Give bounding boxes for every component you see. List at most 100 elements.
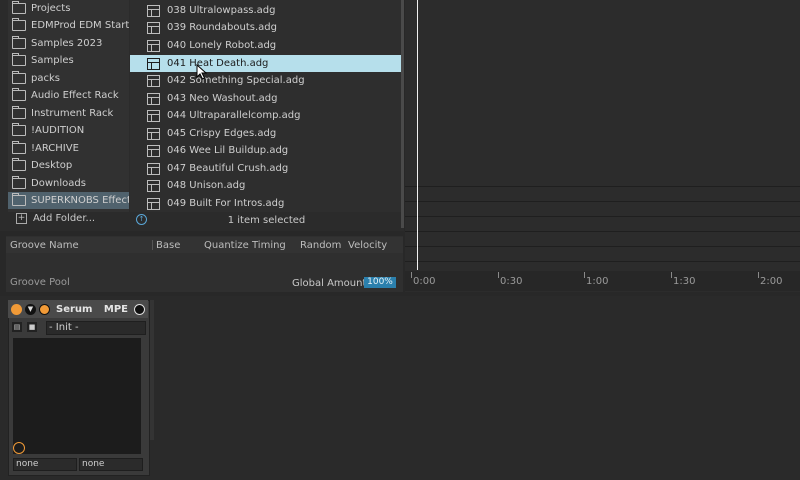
folder-icon xyxy=(12,158,26,171)
file-item[interactable]: 046 Wee Lil Buildup.adg xyxy=(130,142,403,159)
file-label: 042 Something Special.adg xyxy=(167,75,305,86)
folder-icon xyxy=(12,123,26,136)
preset-file-icon xyxy=(147,179,160,192)
place-label: Samples xyxy=(31,55,74,66)
ruler-tick xyxy=(498,272,499,278)
place-item-samples[interactable]: Samples xyxy=(8,52,129,69)
place-item-samples-2023[interactable]: Samples 2023 xyxy=(8,35,129,52)
places-list: Projects EDMProd EDM Start Samples 2023 … xyxy=(8,0,129,212)
place-item-archive[interactable]: !ARCHIVE xyxy=(8,140,129,157)
device-title-bar[interactable]: ▼ Serum MPE xyxy=(8,300,148,318)
place-item-superknobs[interactable]: SUPERKNOBS Effect xyxy=(8,192,129,209)
folder-icon xyxy=(12,36,26,49)
folder-icon xyxy=(12,141,26,154)
place-item-audition[interactable]: !AUDITION xyxy=(8,122,129,139)
place-label: Projects xyxy=(31,3,71,14)
col-quantize[interactable]: Quantize xyxy=(204,240,249,251)
place-label: SUPERKNOBS Effect xyxy=(31,195,129,206)
add-folder-button[interactable]: + Add Folder... xyxy=(8,210,129,227)
track-divider xyxy=(405,231,800,232)
arrangement-view[interactable] xyxy=(405,0,800,292)
file-label: 049 Built For Intros.adg xyxy=(167,198,285,209)
place-item-instrument-rack[interactable]: Instrument Rack xyxy=(8,105,129,122)
folder-icon xyxy=(12,53,26,66)
preset-file-icon xyxy=(147,21,160,34)
preset-file-icon xyxy=(147,92,160,105)
folder-icon xyxy=(12,18,26,31)
preset-file-icon xyxy=(147,162,160,175)
plus-icon: + xyxy=(16,213,27,224)
info-icon[interactable]: ↑ xyxy=(136,214,147,225)
place-item-audio-effect-rack[interactable]: Audio Effect Rack xyxy=(8,87,129,104)
place-label: Instrument Rack xyxy=(31,108,114,119)
place-label: packs xyxy=(31,73,60,84)
place-item-packs[interactable]: packs xyxy=(8,70,129,87)
place-item-edmprod[interactable]: EDMProd EDM Start xyxy=(8,17,129,34)
open-folder-icon[interactable]: ▤ xyxy=(12,322,22,332)
place-label: Samples 2023 xyxy=(31,38,103,49)
file-label: 041 Heat Death.adg xyxy=(167,58,269,69)
device-scrollbar[interactable] xyxy=(150,300,154,440)
preset-file-icon xyxy=(147,127,160,140)
col-random[interactable]: Random xyxy=(300,240,341,251)
file-item[interactable]: 048 Unison.adg xyxy=(130,177,403,194)
browser-scrollbar[interactable] xyxy=(401,0,404,228)
file-item[interactable]: 043 Neo Washout.adg xyxy=(130,90,403,107)
place-label: Downloads xyxy=(31,178,86,189)
place-item-downloads[interactable]: Downloads xyxy=(8,175,129,192)
col-velocity[interactable]: Velocity xyxy=(348,240,387,251)
global-amount-value[interactable]: 100% xyxy=(364,277,396,288)
file-label: 048 Unison.adg xyxy=(167,180,246,191)
file-label: 045 Crispy Edges.adg xyxy=(167,128,277,139)
file-item[interactable]: 038 Ultralowpass.adg xyxy=(130,2,403,19)
output-select-1[interactable]: none xyxy=(13,458,77,471)
place-label: Audio Effect Rack xyxy=(31,90,119,101)
preset-file-icon xyxy=(147,4,160,17)
file-label: 040 Lonely Robot.adg xyxy=(167,40,277,51)
preset-name-field[interactable]: - Init - xyxy=(46,321,146,335)
ruler-label: 0:00 xyxy=(413,276,436,287)
file-item[interactable]: 044 Ultraparallelcomp.adg xyxy=(130,107,403,124)
plugin-display[interactable] xyxy=(13,338,141,454)
ruler-label: 2:00 xyxy=(760,276,783,287)
save-icon[interactable]: ■ xyxy=(27,322,37,332)
add-folder-label: Add Folder... xyxy=(33,213,96,224)
playhead[interactable] xyxy=(417,0,418,270)
track-divider xyxy=(405,261,800,262)
preset-file-icon xyxy=(147,57,160,70)
file-item[interactable]: 039 Roundabouts.adg xyxy=(130,19,403,36)
place-item-projects[interactable]: Projects xyxy=(8,0,129,17)
ruler-label: 1:00 xyxy=(586,276,609,287)
file-item[interactable]: 040 Lonely Robot.adg xyxy=(130,37,403,54)
col-timing[interactable]: Timing xyxy=(252,240,286,251)
wrench-icon[interactable] xyxy=(39,303,50,315)
ruler-tick xyxy=(671,272,672,278)
place-item-desktop[interactable]: Desktop xyxy=(8,157,129,174)
folder-icon xyxy=(12,106,26,119)
col-base[interactable]: Base xyxy=(156,240,180,251)
fold-icon[interactable]: ▼ xyxy=(25,303,36,315)
col-groove-name[interactable]: Groove Name xyxy=(10,240,79,251)
place-label: !ARCHIVE xyxy=(31,143,79,154)
file-item[interactable]: 047 Beautiful Crush.adg xyxy=(130,160,403,177)
file-item[interactable]: 042 Something Special.adg xyxy=(130,72,403,89)
device-menu-icon[interactable] xyxy=(134,303,145,315)
file-list: 038 Ultralowpass.adg 039 Roundabouts.adg… xyxy=(130,0,403,212)
column-divider xyxy=(152,240,153,250)
ruler-label: 0:30 xyxy=(500,276,523,287)
file-label: 039 Roundabouts.adg xyxy=(167,22,277,33)
file-item[interactable]: 049 Built For Intros.adg xyxy=(130,195,403,212)
folder-icon xyxy=(12,193,26,206)
power-icon[interactable] xyxy=(11,303,22,315)
mpe-label[interactable]: MPE xyxy=(104,304,128,315)
ruler-tick xyxy=(758,272,759,278)
file-item[interactable]: 045 Crispy Edges.adg xyxy=(130,125,403,142)
file-label: 038 Ultralowpass.adg xyxy=(167,5,276,16)
output-select-2[interactable]: none xyxy=(79,458,143,471)
mouse-cursor-icon xyxy=(196,64,208,80)
file-item-selected[interactable]: 041 Heat Death.adg xyxy=(130,55,403,72)
macro-ring-icon[interactable] xyxy=(13,442,25,454)
file-label: 044 Ultraparallelcomp.adg xyxy=(167,110,301,121)
ruler-label: 1:30 xyxy=(673,276,696,287)
place-label: Desktop xyxy=(31,160,73,171)
